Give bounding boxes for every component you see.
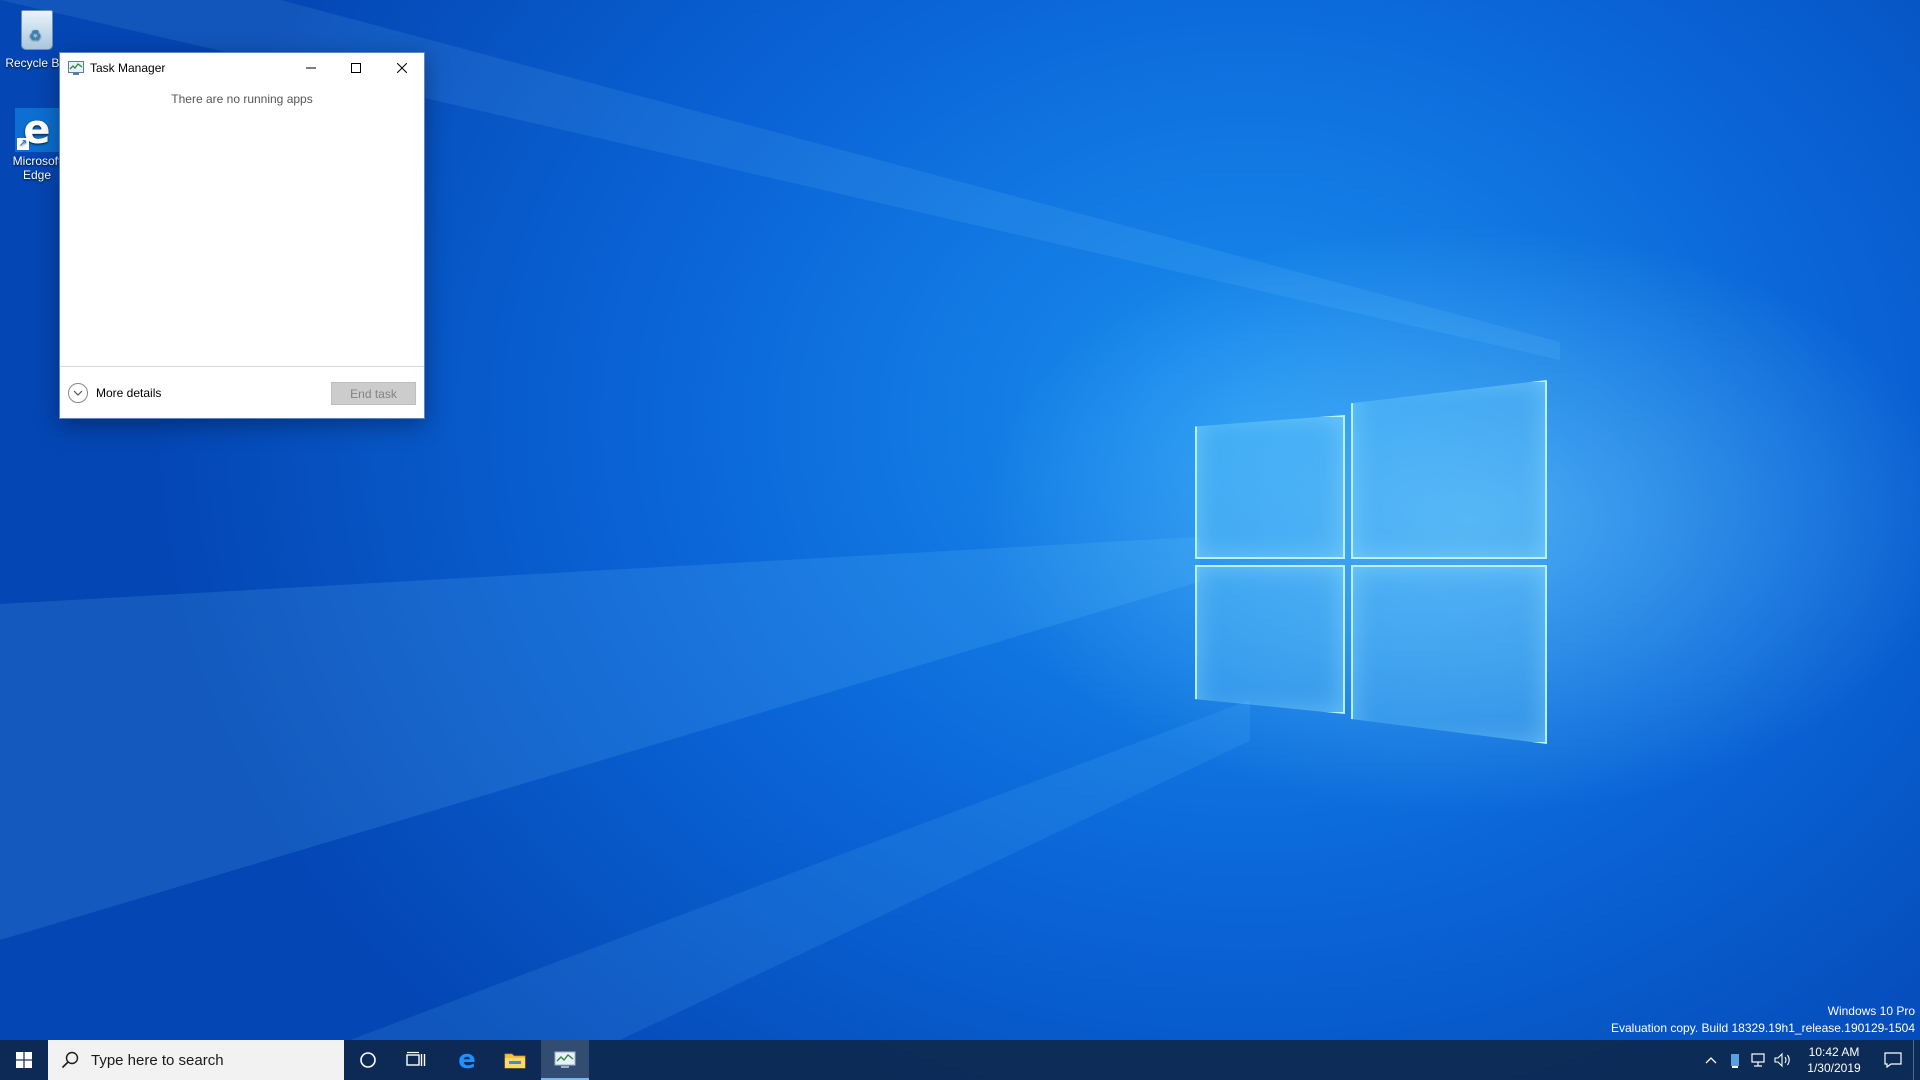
- network-button[interactable]: [1747, 1040, 1771, 1080]
- edition-text: Windows 10 Pro: [1827, 1004, 1915, 1018]
- close-icon: [396, 63, 407, 73]
- window-title: Task Manager: [90, 61, 166, 75]
- task-view-button[interactable]: [392, 1040, 440, 1080]
- clock-date: 1/30/2019: [1807, 1061, 1861, 1075]
- show-hidden-icons-button[interactable]: [1699, 1040, 1723, 1080]
- cortana-button[interactable]: [344, 1040, 392, 1080]
- volume-button[interactable]: [1771, 1040, 1795, 1080]
- clock[interactable]: 10:42 AM 1/30/2019: [1795, 1044, 1873, 1076]
- desktop-icon-label: Microsoft Edge: [12, 154, 62, 182]
- maximize-button[interactable]: [333, 53, 378, 83]
- taskbar-search-box[interactable]: [48, 1040, 344, 1080]
- taskbar-file-explorer-button[interactable]: [491, 1040, 539, 1080]
- windows-logo-wallpaper: [1180, 380, 1560, 744]
- minimize-icon: [305, 67, 316, 69]
- recycle-bin-icon: ♻: [15, 10, 59, 54]
- maximize-icon: [350, 63, 361, 73]
- tray-app-button[interactable]: [1723, 1040, 1747, 1080]
- more-details-label: More details: [96, 386, 162, 400]
- evaluation-watermark: Windows 10 Pro Evaluation copy. Build 18…: [1611, 1003, 1915, 1037]
- logo-pane: [1351, 565, 1547, 744]
- shortcut-arrow-icon: ↗: [17, 138, 29, 150]
- chevron-up-icon: [1705, 1057, 1717, 1064]
- light-beam: [0, 536, 1200, 940]
- cortana-icon: [360, 1052, 376, 1068]
- show-desktop-button[interactable]: [1913, 1040, 1920, 1080]
- windows-start-icon: [16, 1052, 32, 1068]
- taskbar-task-manager-button[interactable]: [541, 1040, 589, 1080]
- speaker-icon: [1774, 1052, 1790, 1068]
- logo-pane: [1195, 565, 1345, 714]
- action-center-button[interactable]: [1873, 1040, 1913, 1080]
- end-task-button[interactable]: End task: [331, 382, 416, 405]
- more-details-button[interactable]: More details: [68, 382, 161, 404]
- divider: [60, 366, 424, 367]
- search-input[interactable]: [89, 1050, 333, 1070]
- notification-icon: [1884, 1052, 1902, 1068]
- search-icon: [61, 1051, 79, 1069]
- start-button[interactable]: [0, 1040, 48, 1080]
- task-view-icon: [406, 1051, 426, 1066]
- edge-icon: e ↗: [15, 108, 59, 152]
- system-tray: 10:42 AM 1/30/2019: [1699, 1040, 1920, 1080]
- taskbar: e: [0, 1040, 1920, 1080]
- desktop-background: ♻ Recycle Bin e ↗ Microsoft Edge Task Ma…: [0, 0, 1920, 1080]
- task-manager-window: Task Manager There are no running apps M…: [59, 52, 425, 419]
- chevron-down-icon: [68, 383, 88, 403]
- usb-drive-icon: [1731, 1054, 1739, 1068]
- file-explorer-icon: [504, 1053, 526, 1069]
- task-manager-icon: [554, 1051, 576, 1068]
- network-icon: [1751, 1053, 1765, 1067]
- empty-state-message: There are no running apps: [171, 92, 313, 106]
- minimize-button[interactable]: [288, 53, 333, 83]
- build-text: Evaluation copy. Build 18329.19h1_releas…: [1610, 1021, 1915, 1035]
- title-bar[interactable]: Task Manager: [60, 53, 424, 83]
- clock-time: 10:42 AM: [1808, 1045, 1860, 1059]
- taskbar-edge-button[interactable]: e: [443, 1040, 491, 1080]
- edge-icon: e: [458, 1045, 476, 1075]
- task-manager-icon: [68, 61, 84, 75]
- close-button[interactable]: [379, 53, 424, 83]
- logo-pane: [1195, 415, 1345, 559]
- logo-pane: [1351, 380, 1547, 559]
